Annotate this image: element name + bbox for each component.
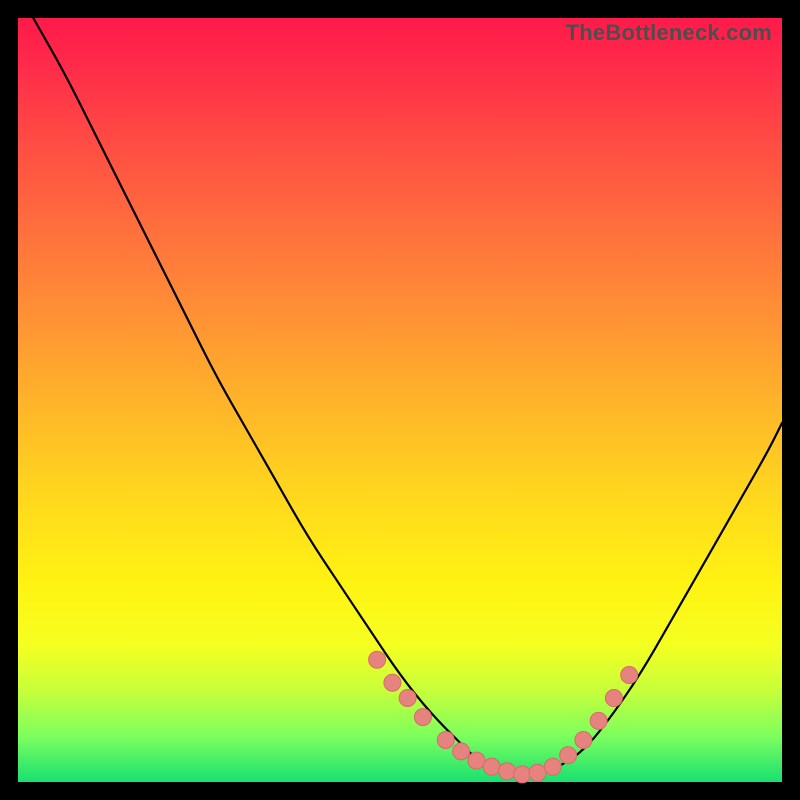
highlight-dot [514, 766, 531, 783]
chart-svg [18, 18, 782, 782]
highlight-dot [529, 764, 546, 781]
highlight-dot [544, 758, 561, 775]
highlight-dot [437, 732, 454, 749]
chart-frame: TheBottleneck.com [0, 0, 800, 800]
highlight-dot [590, 712, 607, 729]
highlight-dot [560, 747, 577, 764]
plot-area: TheBottleneck.com [18, 18, 782, 782]
highlight-dot [384, 674, 401, 691]
highlight-dot [483, 758, 500, 775]
highlight-dot [499, 763, 516, 780]
bottleneck-curve [33, 18, 782, 773]
highlight-dot [399, 690, 416, 707]
highlight-dot [468, 752, 485, 769]
highlight-dot-group [369, 651, 638, 783]
highlight-dot [621, 667, 638, 684]
highlight-dot [369, 651, 386, 668]
highlight-dot [575, 732, 592, 749]
highlight-dot [414, 709, 431, 726]
highlight-dot [453, 743, 470, 760]
highlight-dot [605, 690, 622, 707]
